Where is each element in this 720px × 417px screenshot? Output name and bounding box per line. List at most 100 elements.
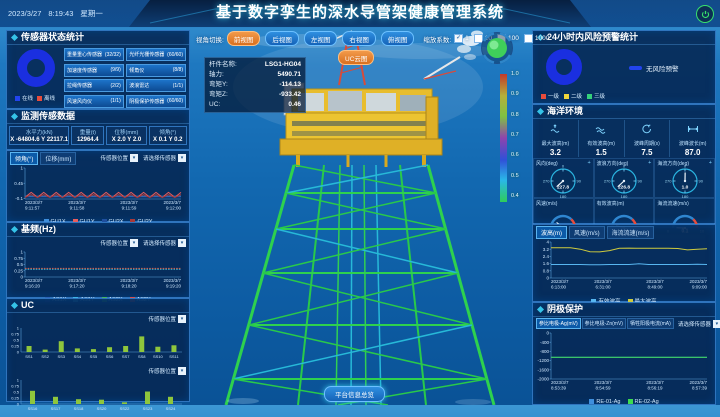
svg-text:9:18:20: 9:18:20 (121, 284, 137, 289)
svg-text:9:11:58: 9:11:58 (70, 206, 85, 211)
uc-dropdown-row-1: 传感器位置▾ (7, 313, 189, 324)
no-risk-marker (629, 66, 642, 70)
svg-text:0: 0 (17, 402, 20, 407)
chevron-down-icon: ▾ (178, 367, 186, 375)
panel-title: 监测传感数据 (7, 110, 189, 124)
scale-checkbox-1000[interactable]: 1000 (524, 34, 549, 43)
inclination-line-chart: 10.45-0.12023/3/79:11:572023/3/79:11:582… (7, 165, 185, 212)
view-button-4[interactable]: 俯视图 (381, 31, 415, 46)
sensor-status-legend: 在线离线 (11, 93, 59, 102)
panel-title: 基频(Hz) (7, 223, 189, 237)
sensor-dropdown[interactable]: 传感器位置▾ (100, 239, 138, 247)
tab-cathodic-1[interactable]: 参比电极-Zn(mV) (582, 318, 626, 329)
view-button-2[interactable]: 左视图 (304, 31, 338, 46)
crosshair-icon: + (587, 160, 590, 166)
dropdown-label: 传感器位置 (100, 154, 128, 162)
sensor-dropdown[interactable]: 传感器位置▾ (100, 154, 138, 162)
svg-text:8:57:39: 8:57:39 (692, 386, 708, 391)
view-button-1[interactable]: 后视图 (265, 31, 299, 46)
inclination-tab-row: 倾角(°)位移(mm) 传感器位置▾ 请选择传感器▾ (7, 151, 189, 165)
no-risk-legend: 无风险预警 (629, 63, 679, 73)
ocean-environment-panel: 海洋环境 最大波高(m)3.2有效波高(m)1.5波峰周期(s)7.5波峰波长(… (532, 104, 716, 224)
chevron-down-icon: ▾ (178, 315, 186, 323)
svg-text:2023/3/7: 2023/3/7 (25, 200, 43, 205)
sensor-chip-name: 阴极保护传感器 (129, 98, 164, 105)
dropdown-label: 传感器位置 (148, 315, 176, 323)
view-button-0[interactable]: 前视图 (227, 31, 261, 46)
svg-text:2023/3/7: 2023/3/7 (594, 279, 612, 284)
sensor-dropdown[interactable]: 请选择传感器▾ (143, 239, 186, 247)
svg-text:SS5: SS5 (90, 354, 98, 359)
tab-wave-2[interactable]: 海流流速(m/s) (607, 226, 655, 239)
sensor-dropdown[interactable]: 传感器位置▾ (148, 367, 186, 375)
compass-label: 海流方向(deg) (657, 160, 689, 167)
view-buttons: 前视图后视图左视图右视图俯视图 (227, 31, 415, 46)
sensor-chip-count: (1/1) (173, 83, 183, 89)
inclination-chart: 10.45-0.12023/3/79:11:572023/3/79:11:582… (7, 165, 189, 217)
cathodic-chart: 0-400-800-1200-1600-20002023/3/78:53:392… (533, 330, 715, 397)
tab-cathodic-2[interactable]: 牺牲阳极电流(mA) (627, 318, 674, 329)
environment-stat-value: 1.5 (579, 148, 624, 157)
sensor-dropdown[interactable]: 请选择传感器▾ (678, 320, 720, 328)
power-button[interactable] (696, 5, 714, 23)
svg-text:0: 0 (562, 164, 565, 169)
monitor-stat-value: X 0.1 Y 0.2 (150, 137, 186, 143)
member-info-label: 弯矩Z: (209, 90, 228, 100)
svg-text:SS17: SS17 (51, 406, 62, 411)
uc-color-scale (500, 74, 507, 202)
sensor-chip-name: 倾角仪 (129, 67, 144, 74)
member-info-value: -114.13 (279, 80, 301, 90)
environment-stat: 波峰周期(s)7.5 (625, 120, 671, 157)
legend-color-swatch (587, 94, 592, 99)
legend-label: 一级 (548, 94, 559, 100)
base-frequency-panel: 基频(Hz) 传感器位置▾请选择传感器▾ 10.750.50.2502023/3… (6, 222, 190, 298)
legend-item: 在线 (15, 94, 33, 102)
tab-wave-1[interactable]: 风速(m/s) (569, 226, 605, 239)
wave-line-chart: 43.22.41.60.802023/3/76:13:002023/3/76:3… (533, 239, 711, 291)
panel-title: 海洋环境 (533, 105, 715, 119)
legend-label: 三级 (594, 94, 605, 100)
tab-cathodic-0[interactable]: 参比电极-Ag(mV) (536, 318, 581, 329)
environment-stat-label: 有效波高(m) (579, 140, 624, 147)
tab-inclination-1[interactable]: 位移(mm) (40, 152, 76, 165)
view-button-3[interactable]: 右视图 (342, 31, 376, 46)
sensor-dropdown[interactable]: 请选择传感器▾ (143, 154, 186, 162)
uc-cloud-button[interactable]: UC云图 (338, 50, 374, 65)
svg-text:270: 270 (604, 179, 611, 184)
color-scale-tick: 1.0 (511, 71, 519, 77)
tab-inclination-0[interactable]: 倾角(°) (10, 152, 38, 165)
platform-info-button[interactable]: 平台信息总览 (324, 386, 385, 402)
wave-length-icon (687, 124, 699, 134)
svg-text:0: 0 (546, 331, 549, 336)
sensor-chip: 波浪雷达(1/1) (126, 79, 186, 92)
uc-dropdown-row-2: 传感器位置▾ (7, 365, 189, 376)
scale-checkbox-1[interactable]: ✓1 (454, 34, 469, 43)
svg-text:9:12:00: 9:12:00 (166, 206, 182, 211)
svg-text:SS2: SS2 (41, 354, 49, 359)
dropdown-label: 请选择传感器 (143, 239, 176, 247)
risk-donut (545, 48, 583, 91)
monitor-stat-label: 位移(mm) (107, 128, 145, 136)
environment-stat: 最大波高(m)3.2 (533, 120, 579, 157)
view-navigation-ball[interactable] (480, 31, 514, 65)
inclination-dropdowns: 传感器位置▾ 请选择传感器▾ (100, 154, 186, 162)
header-bar: 2023/3/278:19:43星期一 基于数字孪生的深水导管架健康管理系统 (0, 0, 720, 28)
gauge-label: 有效波高(m) (597, 200, 625, 207)
environment-stat-label: 最大波高(m) (533, 140, 578, 147)
svg-text:-800: -800 (540, 349, 550, 354)
sensor-dropdown[interactable]: 传感器位置▾ (148, 315, 186, 323)
color-scale-tick: 0.5 (511, 173, 519, 179)
significant-wave-height-icon (595, 124, 607, 134)
crosshair-icon: + (709, 160, 712, 166)
legend-color-swatch (15, 96, 20, 101)
svg-text:2023/3/7: 2023/3/7 (594, 380, 612, 385)
gauge-label: 海流流速(m/s) (657, 200, 688, 207)
svg-text:SS10: SS10 (153, 354, 164, 359)
color-scale-tick: 0.8 (511, 112, 519, 118)
member-info-label: 杆件名称: (209, 60, 237, 70)
svg-text:0.5: 0.5 (13, 390, 19, 395)
member-info-label: 轴力: (209, 70, 224, 80)
svg-text:SS23: SS23 (143, 406, 154, 411)
page-title: 基于数字孪生的深水导管架健康管理系统 (0, 0, 720, 26)
tab-wave-0[interactable]: 波高(m) (536, 226, 567, 239)
